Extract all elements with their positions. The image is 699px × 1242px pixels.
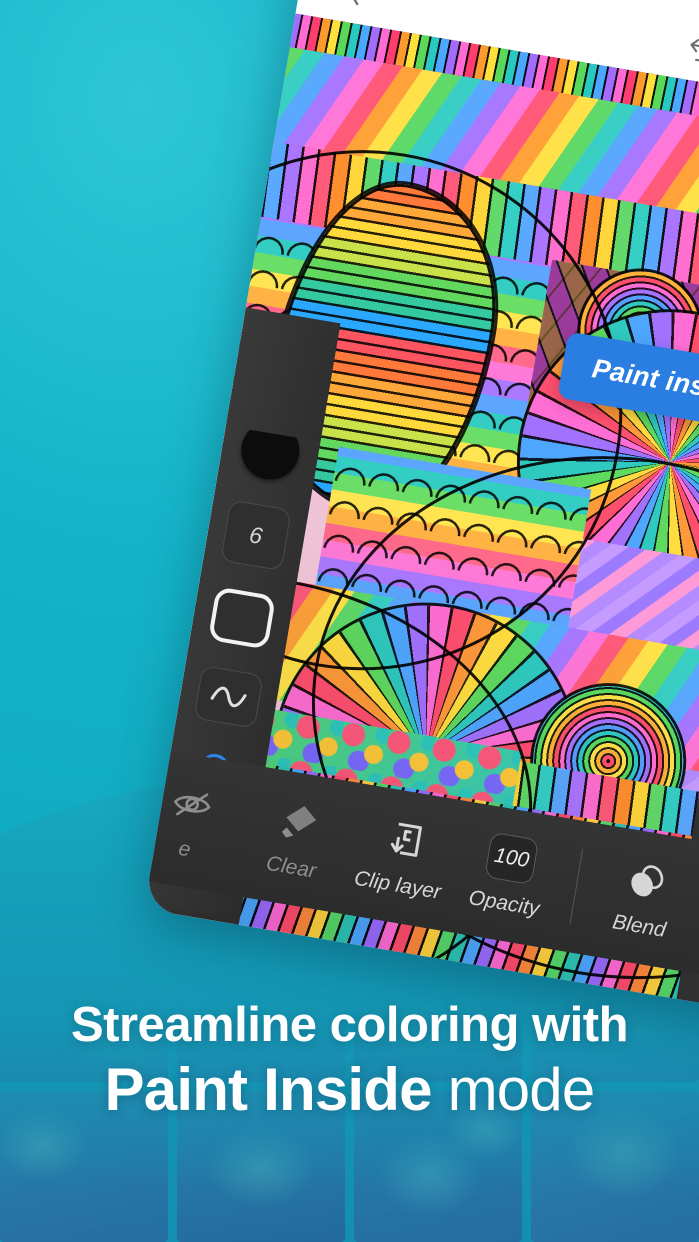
toolbar-item-blend[interactable]: Blend (584, 849, 699, 947)
toolbar-label: Opacity (467, 885, 542, 921)
toolbar-item-opacity[interactable]: 100 Opacity (449, 826, 569, 924)
brush-shape-button[interactable] (207, 586, 277, 650)
headline-suffix: mode (447, 1056, 596, 1124)
brush-size-value: 6 (247, 520, 265, 549)
toolbar-label: Clip layer (352, 866, 443, 904)
marketing-headline: Streamline coloring with Paint Inside mo… (0, 998, 699, 1124)
headline-line-2: Paint Inside mode (0, 1055, 699, 1124)
headline-line-1: Streamline coloring with (70, 998, 629, 1052)
toolbar-divider (569, 849, 584, 925)
opacity-badge: 100 (484, 831, 540, 885)
blend-icon (622, 855, 671, 907)
back-chevron-icon[interactable] (335, 0, 374, 12)
brush-size-stepper[interactable]: 6 (220, 499, 292, 571)
toolbar-label: Blend (610, 909, 668, 942)
headline-emphasis: Paint Inside (104, 1056, 433, 1124)
clear-icon (274, 796, 323, 848)
toolbar-label: Clear (264, 851, 318, 883)
clip-layer-icon (381, 814, 430, 866)
opacity-value: 100 (492, 843, 531, 872)
hide-icon (168, 778, 217, 830)
color-swatch[interactable] (236, 416, 304, 484)
toolbar-item-clear[interactable]: Clear (236, 790, 356, 888)
toolbar-label: e (176, 836, 193, 862)
toolbar-item-clip-layer[interactable]: Clip layer (342, 808, 462, 906)
smoothing-button[interactable] (193, 665, 264, 729)
undo-icon[interactable] (682, 31, 699, 70)
